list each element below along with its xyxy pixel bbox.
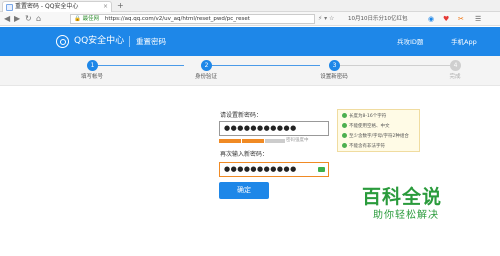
new-password-input[interactable]: ●●●●●●●●●●● [219, 121, 329, 136]
page-title: 重置密码 [136, 37, 166, 46]
extension-2-icon[interactable]: ♥ [443, 14, 449, 24]
page-favicon-icon [6, 4, 13, 11]
home-icon[interactable]: ⌂ [36, 13, 41, 25]
step-2-marker: 2 [201, 60, 212, 71]
strength-bar-segment [242, 139, 264, 143]
steps-progress: 1 2 3 4 填写帐号 身份验证 设置新密码 完成 [0, 56, 500, 86]
step-1-marker: 1 [87, 60, 98, 71]
header-link-1[interactable]: 兵攻ID题 [397, 37, 423, 47]
rule-item: 不能含有非法字符 [342, 143, 385, 150]
strength-bar-segment [219, 139, 241, 143]
address-actions-icon[interactable]: ⚡ ▾ ☆ [318, 14, 334, 24]
password-manager-icon[interactable] [318, 167, 325, 172]
address-bar[interactable]: 🔒 最佳网 https://aq.qq.com/v2/uv_aq/html/re… [70, 14, 315, 24]
step-3-label: 设置新密码 [320, 74, 348, 80]
refresh-icon[interactable]: ↻ [25, 13, 32, 25]
strength-bar-segment [265, 139, 285, 143]
confirm-password-value: ●●●●●●●●●●● [224, 165, 297, 173]
back-icon[interactable]: ◀ [4, 13, 10, 25]
extension-1-icon[interactable]: ◉ [428, 14, 434, 24]
new-tab-button[interactable]: + [117, 0, 124, 11]
lock-icon: 🔒 [74, 16, 81, 22]
check-icon [342, 113, 347, 118]
watermark-title: 百科全说 [362, 186, 443, 208]
step-4-label: 完成 [449, 74, 461, 80]
confirm-password-input[interactable]: ●●●●●●●●●●● [219, 162, 329, 177]
new-password-label: 请设置新密码： [220, 112, 263, 119]
step-2-label: 身份验证 [194, 74, 217, 80]
forward-icon[interactable]: ▶ [14, 13, 20, 25]
watermark-subtitle: 助你轻松解决 [373, 210, 439, 221]
step-connector [211, 65, 320, 66]
submit-button[interactable]: 确定 [219, 182, 269, 199]
close-tab-icon[interactable]: × [103, 2, 108, 12]
browser-tab[interactable]: 重置密码 - QQ安全中心 × [2, 1, 112, 12]
check-icon [342, 143, 347, 148]
confirm-password-label: 再次输入新密码： [220, 151, 269, 158]
step-4-marker: 4 [450, 60, 461, 71]
extension-3-icon[interactable]: ✂ [458, 14, 464, 24]
qq-security-logo-icon [56, 35, 69, 48]
browser-toolbar: ◀ ▶ ↻ ⌂ 🔒 最佳网 https://aq.qq.com/v2/uv_aq… [0, 12, 500, 26]
browser-tab-bar: 重置密码 - QQ安全中心 × + [0, 0, 500, 12]
tab-title: 重置密码 - QQ安全中心 [15, 3, 79, 10]
step-3-marker: 3 [329, 60, 340, 71]
strength-text: 密码强度中 [286, 138, 309, 143]
check-icon [342, 133, 347, 138]
site-header: QQ安全中心 重置密码 兵攻ID题 手机App [0, 27, 500, 56]
menu-icon[interactable]: ☰ [475, 14, 481, 24]
check-icon [342, 123, 347, 128]
brand-name[interactable]: QQ安全中心 [74, 36, 124, 47]
password-rules-tooltip: 长度为8-16个字符 不能使用空格、中文 至少含数字/字母/字符2种组合 不能含… [337, 109, 420, 152]
secure-label: 最佳网 [82, 16, 100, 22]
rule-item: 长度为8-16个字符 [342, 113, 386, 120]
rule-item: 至少含数字/字母/字符2种组合 [342, 133, 409, 140]
step-connector [340, 65, 450, 66]
news-ticker[interactable]: 10月10日乐分10亿红包 [348, 14, 418, 24]
step-1-label: 填写帐号 [80, 74, 103, 80]
url-text: https://aq.qq.com/v2/uv_aq/html/reset_pw… [104, 16, 250, 22]
rule-item: 不能使用空格、中文 [342, 123, 390, 130]
header-divider [129, 36, 130, 47]
step-connector [97, 65, 184, 66]
header-link-mobile-app[interactable]: 手机App [451, 37, 477, 47]
